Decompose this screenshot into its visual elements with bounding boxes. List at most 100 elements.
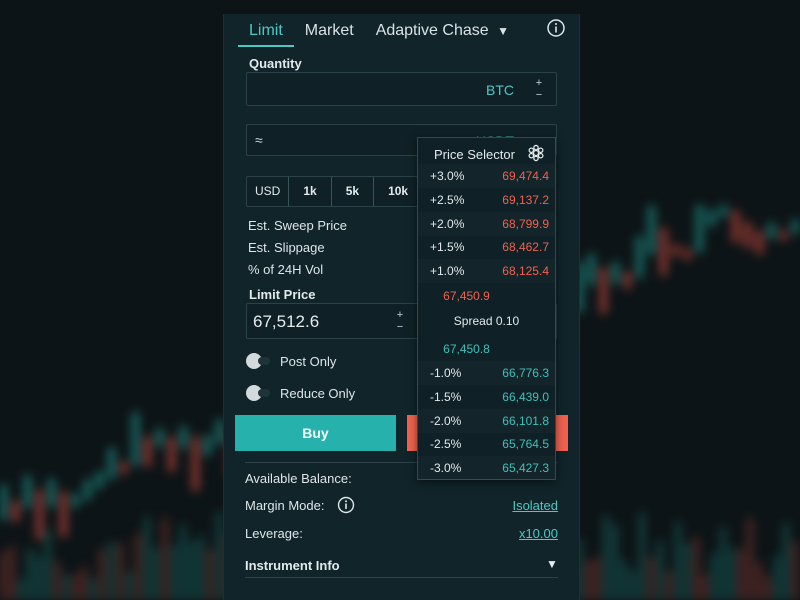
post-only-toggle[interactable] (246, 353, 270, 369)
background-candle (144, 436, 151, 467)
background-candle (636, 236, 643, 278)
background-candle (108, 447, 115, 480)
background-candle (48, 478, 55, 508)
ask-level-row[interactable]: +1.5% 68,462.7 (418, 235, 555, 259)
reduce-only-toggle[interactable] (246, 385, 270, 401)
stepper-minus-icon[interactable]: − (395, 321, 405, 333)
background-volume-bar (774, 555, 780, 600)
background-candle (612, 261, 619, 284)
tab-market[interactable]: Market (294, 22, 365, 40)
tab-adaptive-chase[interactable]: Adaptive Chase ▼ (365, 22, 520, 40)
background-candle (732, 210, 739, 243)
background-candle (96, 471, 103, 489)
background-volume-bar (63, 574, 69, 600)
background-volume-bar (594, 557, 600, 600)
background-candle (132, 412, 139, 467)
background-candle (684, 248, 691, 260)
quick-size-chips: USD 1k 5k 10k (246, 176, 418, 207)
ask-level-row[interactable]: +1.0% 68,125.4 (418, 259, 555, 283)
quantity-input[interactable]: BTC + − (246, 72, 557, 106)
level-price: 69,137.2 (502, 193, 549, 207)
background-volume-bar (729, 548, 735, 600)
info-circle-icon[interactable] (337, 496, 355, 514)
level-price: 66,439.0 (502, 390, 549, 404)
level-price: 68,799.9 (502, 217, 549, 231)
level-pct: +3.0% (430, 169, 465, 183)
background-candle (720, 204, 727, 218)
bid-level-row[interactable]: -2.0% 66,101.8 (418, 409, 555, 433)
stepper-minus-icon[interactable]: − (534, 89, 544, 101)
quantity-stepper[interactable]: + − (534, 77, 544, 101)
background-volume-bar (126, 571, 132, 600)
background-candle (168, 436, 175, 472)
available-balance-label: Available Balance: (245, 471, 352, 486)
reduce-only-row[interactable]: Reduce Only (246, 385, 355, 401)
background-volume-bar (18, 579, 24, 600)
background-candle (156, 428, 163, 448)
background-volume-bar (153, 547, 159, 600)
background-candle (72, 493, 79, 508)
reduce-only-label: Reduce Only (280, 385, 356, 401)
level-price: 65,764.5 (502, 437, 549, 451)
best-bid-price[interactable]: 67,450.8 (398, 342, 535, 356)
tab-adaptive-chase-label: Adaptive Chase (375, 22, 489, 39)
gear-icon[interactable] (527, 144, 545, 162)
post-only-row[interactable]: Post Only (246, 353, 336, 369)
level-price: 66,101.8 (502, 414, 549, 428)
leverage-label: Leverage: (245, 526, 303, 541)
background-volume-bar (585, 560, 591, 600)
background-volume-bar (72, 574, 78, 600)
background-candle (744, 221, 751, 248)
buy-button[interactable]: Buy (235, 415, 396, 451)
quantity-label: Quantity (249, 56, 302, 71)
background-volume-bar (720, 527, 726, 600)
ask-level-row[interactable]: +3.0% 69,474.4 (418, 164, 555, 188)
est-slippage-label: Est. Slippage (248, 240, 325, 255)
best-ask-price[interactable]: 67,450.9 (398, 289, 535, 303)
instrument-info-toggle[interactable]: Instrument Info (245, 558, 340, 573)
bid-level-row[interactable]: -1.0% 66,776.3 (418, 361, 555, 385)
ask-level-row[interactable]: +2.5% 69,137.2 (418, 188, 555, 212)
background-volume-bar (0, 551, 6, 600)
background-candle (180, 426, 187, 449)
background-volume-bar (162, 517, 168, 600)
background-volume-bar (189, 541, 195, 600)
background-volume-bar (99, 549, 105, 600)
background-volume-bar (648, 556, 654, 600)
chip-10k[interactable]: 10k (374, 177, 417, 206)
ask-level-row[interactable]: +2.0% 68,799.9 (418, 212, 555, 236)
background-volume-bar (603, 515, 609, 600)
background-candle (648, 205, 655, 255)
stepper-plus-icon[interactable]: + (534, 77, 544, 89)
bid-level-row[interactable]: -1.5% 66,439.0 (418, 385, 555, 409)
chip-5k[interactable]: 5k (332, 177, 375, 206)
background-volume-bar (180, 524, 186, 600)
chip-usd[interactable]: USD (247, 177, 290, 206)
background-candle (24, 475, 31, 508)
level-price: 65,427.3 (502, 461, 549, 475)
bid-level-row[interactable]: -2.5% 65,764.5 (418, 432, 555, 456)
background-candle (708, 209, 715, 227)
stepper-plus-icon[interactable]: + (395, 309, 405, 321)
est-sweep-price-label: Est. Sweep Price (248, 218, 347, 233)
leverage-link[interactable]: x10.00 (519, 526, 558, 541)
divider (245, 577, 558, 578)
chip-1k[interactable]: 1k (289, 177, 332, 206)
background-volume-bar (612, 524, 618, 600)
background-candle (60, 491, 67, 537)
tab-limit[interactable]: Limit (238, 22, 294, 47)
background-candle (756, 230, 763, 255)
level-pct: -1.5% (430, 390, 462, 404)
limit-price-stepper[interactable]: + − (395, 309, 405, 333)
background-candle (0, 484, 7, 520)
info-circle-icon[interactable] (546, 18, 566, 38)
margin-mode-link[interactable]: Isolated (512, 498, 558, 513)
limit-price-value: 67,512.6 (253, 312, 320, 331)
approx-symbol: ≈ (255, 132, 263, 148)
background-volume-bar (693, 537, 699, 600)
level-pct: -2.5% (430, 437, 462, 451)
background-candle (36, 489, 43, 540)
chevron-down-icon[interactable]: ▼ (546, 557, 558, 571)
bid-level-row[interactable]: -3.0% 65,427.3 (418, 456, 555, 480)
background-volume-bar (81, 566, 87, 600)
